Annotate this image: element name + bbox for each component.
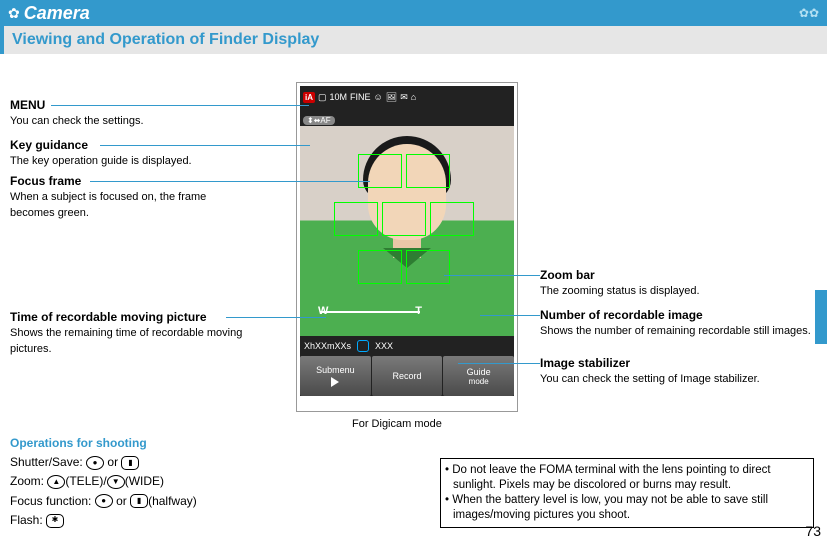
section-tab (815, 290, 827, 344)
callout-title: Zoom bar (540, 268, 800, 283)
play-icon (331, 377, 339, 387)
zoom-wide-label: W (318, 305, 328, 317)
center-key-icon: ● (95, 494, 113, 508)
softkey-left: Submenu (300, 356, 371, 396)
ops-wide: (WIDE) (125, 474, 164, 488)
operations-heading: Operations for shooting (10, 434, 197, 453)
callout-desc: You can check the settings. (10, 115, 144, 127)
focus-frame (382, 202, 426, 236)
page-number: 73 (805, 523, 821, 539)
focus-frame (406, 250, 450, 284)
caution-item: When the battery level is low, you may n… (445, 493, 807, 523)
ops-tele: (TELE)/ (65, 474, 106, 488)
finder-caption: For Digicam mode (352, 418, 442, 430)
down-key-icon: ▼ (107, 475, 125, 489)
image-stabilizer-icon (357, 340, 369, 352)
callout-image-stabilizer: Image stabilizer You can check the setti… (540, 356, 820, 387)
side-key-icon: ▮ (130, 494, 148, 508)
ops-shutter-row: Shutter/Save: ● or ▮ (10, 453, 197, 472)
callout-line (100, 145, 310, 146)
callout-zoom-bar: Zoom bar The zooming status is displayed… (540, 268, 800, 299)
side-key-icon: ▮ (121, 456, 139, 470)
focus-frame (430, 202, 474, 236)
focus-frame (334, 202, 378, 236)
ops-label: Flash: (10, 513, 43, 527)
caution-box: Do not leave the FOMA terminal with the … (440, 458, 814, 528)
finder-softkey-row: Submenu Record Guide mode (300, 356, 514, 396)
finder-viewfinder: W T (300, 126, 514, 336)
up-key-icon: ▲ (47, 475, 65, 489)
softkey-label: Record (393, 371, 422, 381)
recordable-count-value: XXX (375, 341, 393, 351)
key-guidance-icon: ⬍⬌AF (303, 116, 335, 125)
section-title: Viewing and Operation of Finder Display (12, 31, 319, 49)
softkey-right: Guide mode (443, 356, 514, 396)
caution-item: Do not leave the FOMA terminal with the … (445, 463, 807, 493)
callout-recordable-time: Time of recordable moving picture Shows … (10, 310, 250, 357)
callout-key-guidance: Key guidance The key operation guide is … (10, 138, 230, 169)
ops-label: Zoom: (10, 474, 44, 488)
ops-flash-row: Flash: ✱ (10, 511, 197, 530)
callout-focus-frame: Focus frame When a subject is focused on… (10, 174, 250, 221)
finder-info-row: XhXXmXXs XXX (300, 336, 514, 356)
zoom-tele-label: T (415, 305, 422, 317)
focus-frame (406, 154, 450, 188)
callout-desc: Shows the number of remaining recordable… (540, 325, 811, 337)
callout-desc: The zooming status is displayed. (540, 285, 700, 297)
ops-halfway: (halfway) (148, 494, 197, 508)
softkey-label: Submenu (316, 365, 355, 375)
callout-title: Time of recordable moving picture (10, 310, 250, 325)
callout-title: Number of recordable image (540, 308, 820, 323)
finder-status-row: iA ▢ 10M FINE ☺ 🖼 ✉ ⌂ (300, 86, 514, 108)
header-decor-icon: ✿✿ (799, 6, 819, 20)
ops-or: or (116, 494, 127, 508)
ops-label: Shutter/Save: (10, 455, 83, 469)
zoom-bar: W T (320, 306, 420, 318)
callout-line (444, 275, 540, 276)
frame-icon: ▢ (318, 92, 327, 103)
picture-size-icon: 10M (330, 92, 348, 102)
ops-label: Focus function: (10, 494, 91, 508)
callout-line (226, 317, 326, 318)
ops-zoom-row: Zoom: ▲(TELE)/▼(WIDE) (10, 472, 197, 491)
mail-icon: ✉ (400, 92, 408, 103)
callout-recordable-count: Number of recordable image Shows the num… (540, 308, 820, 339)
focus-frame (358, 154, 402, 188)
page-title: Camera (24, 3, 90, 24)
operations-section: Operations for shooting Shutter/Save: ● … (10, 434, 197, 530)
flash-key-icon: ✱ (46, 514, 64, 528)
callout-desc: When a subject is focused on, the frame … (10, 191, 206, 219)
softkey-sublabel: mode (469, 377, 489, 386)
finder-keyguide-row: ⬍⬌AF (300, 108, 514, 126)
callout-desc: Shows the remaining time of recordable m… (10, 327, 242, 355)
focus-frame (358, 250, 402, 284)
callout-line (90, 181, 370, 182)
album-icon: 🖼 (386, 92, 397, 103)
callout-desc: The key operation guide is displayed. (10, 155, 192, 167)
callout-desc: You can check the setting of Image stabi… (540, 373, 760, 385)
softkey-center: Record (372, 356, 443, 396)
storage-icon: ⌂ (411, 92, 416, 102)
softkey-label: Guide (467, 367, 491, 377)
center-key-icon: ● (86, 456, 104, 470)
flower-icon: ✿ (8, 5, 20, 22)
ops-focus-row: Focus function: ● or ▮(halfway) (10, 492, 197, 511)
page-header: ✿ Camera ✿✿ (0, 0, 827, 26)
callout-title: Image stabilizer (540, 356, 820, 371)
ops-or: or (107, 455, 118, 469)
callout-line (458, 363, 540, 364)
recordable-time-value: XhXXmXXs (304, 341, 351, 351)
section-heading: Viewing and Operation of Finder Display (0, 26, 827, 54)
intelligent-auto-icon: iA (303, 92, 315, 103)
callout-line (51, 105, 309, 106)
face-detect-icon: ☺ (374, 92, 383, 102)
quality-icon: FINE (350, 92, 371, 102)
callout-menu: MENU You can check the settings. (10, 98, 210, 129)
callout-line (480, 315, 540, 316)
